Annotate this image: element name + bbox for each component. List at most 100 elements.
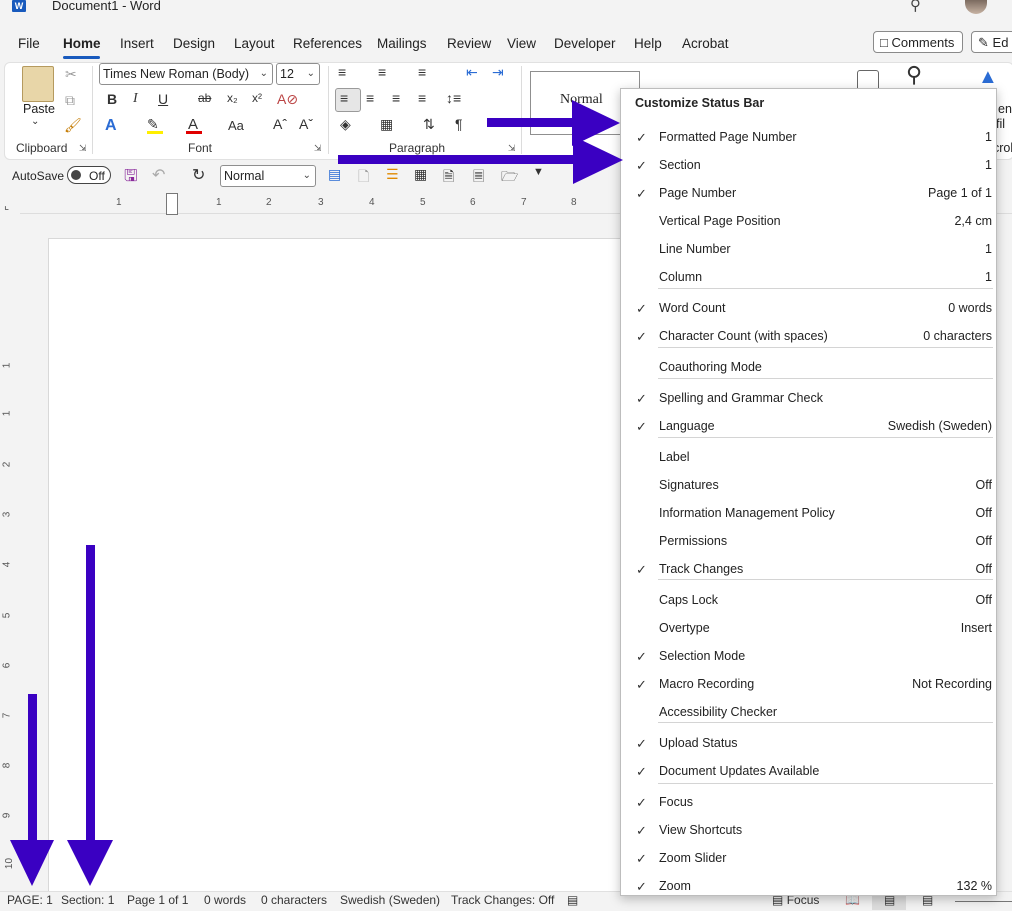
vertical-ruler[interactable] [0,213,20,891]
font-launcher-icon[interactable]: ⇲ [314,143,322,154]
tab-selector-icon[interactable]: ⌞ [4,199,9,212]
status-page-of[interactable]: Page 1 of 1 [127,893,188,907]
editing-button[interactable]: ✎ Ed [971,31,1012,53]
status-character-count[interactable]: 0 characters [261,893,327,907]
grow-font-icon[interactable]: Aˆ [273,116,287,132]
save-icon[interactable]: 🖫 [124,165,138,192]
sort-icon[interactable]: ⇅ [423,116,435,133]
tab-layout[interactable]: Layout [234,36,275,51]
arrow-shaft [86,545,95,845]
tab-insert[interactable]: Insert [120,36,154,51]
page-icon[interactable]: 🗏 [473,166,484,190]
highlight-icon[interactable]: ✎ [147,116,159,133]
shading-icon[interactable]: ◈ [340,116,351,133]
menu-item-label: Language [659,419,715,433]
document-page[interactable] [48,238,650,900]
menu-separator [658,288,993,289]
clipboard-launcher-icon[interactable]: ⇲ [79,143,87,154]
word-app-icon[interactable]: W [12,0,26,12]
text-effects-icon[interactable]: A [105,117,117,135]
status-section[interactable]: Section: 1 [61,893,114,907]
underline-icon[interactable]: U [158,91,168,107]
folder-icon[interactable]: 🗁 [501,166,518,190]
show-formatting-icon[interactable]: ¶ [455,116,463,132]
line-spacing-icon[interactable]: ↕≡ [446,90,461,106]
menu-item-value: Swedish (Sweden) [887,419,992,433]
align-center-icon[interactable]: ≡ [366,90,374,106]
ruler-number: 5 [1,612,13,619]
status-word-count[interactable]: 0 words [204,893,246,907]
borders-icon[interactable]: ▦ [380,116,393,133]
search-icon[interactable]: ⚲ [910,0,921,14]
tab-file[interactable]: File [18,36,40,51]
bullets-icon[interactable]: ≡ [338,64,346,80]
indent-marker[interactable] [166,193,178,215]
paragraph-launcher-icon[interactable]: ⇲ [508,143,516,154]
style-select[interactable]: Normal ⌄ [220,165,316,187]
checkmark-icon: ✓ [636,158,647,173]
menu-item-label: Selection Mode [659,649,746,663]
multilevel-list-icon[interactable]: ≡ [418,64,426,80]
redo-icon[interactable]: ↻ [192,165,205,185]
italic-icon[interactable]: I [133,91,138,107]
menu-item-label: Word Count [659,301,726,315]
align-right-icon[interactable]: ≡ [392,90,400,106]
comments-button[interactable]: □ Comments [873,31,963,53]
subscript-icon[interactable]: x₂ [227,91,238,105]
group-divider [92,66,93,154]
cut-icon[interactable]: ✂ [65,66,77,83]
tab-review[interactable]: Review [447,36,491,51]
acrobat-icon[interactable]: ▲ [978,66,998,89]
menu-item-label: Zoom Slider [659,851,727,865]
customize-qat-icon[interactable]: ▼ [533,166,544,178]
accessibility-icon[interactable]: ▤ [567,893,578,907]
menu-item-label: Page Number [659,186,737,200]
bold-icon[interactable]: B [107,91,117,107]
paste-label[interactable]: Paste [23,102,55,116]
menu-item-label: Track Changes [659,562,744,576]
status-page[interactable]: PAGE: 1 [7,893,53,907]
menu-item-value: Off [975,506,992,520]
status-language[interactable]: Swedish (Sweden) [340,893,440,907]
menu-item-label: Section [659,158,701,172]
menu-item-value: 1 [985,158,992,172]
undo-icon[interactable]: ↶ [152,165,165,185]
ruler-number: 4 [1,561,13,568]
tab-help[interactable]: Help [634,36,662,51]
increase-indent-icon[interactable]: ⇥ [492,64,504,81]
tab-mailings[interactable]: Mailings [377,36,427,51]
document-icon[interactable]: 🗋 [358,166,369,190]
acrobat-label-1: en [998,102,1012,116]
tab-acrobat[interactable]: Acrobat [682,36,729,51]
checkmark-icon: ✓ [636,764,647,779]
status-track-changes[interactable]: Track Changes: Off [451,893,554,907]
numbering-icon[interactable]: ≡ [378,64,386,80]
tab-view[interactable]: View [507,36,536,51]
clear-formatting-icon[interactable]: A⊘ [277,91,298,108]
textbox-icon[interactable]: ▤ [328,166,341,183]
superscript-icon[interactable]: x² [252,91,262,105]
print-preview-icon[interactable]: 🗎 [443,166,454,190]
tab-references[interactable]: References [293,36,362,51]
justify-icon[interactable]: ≡ [418,90,426,106]
paste-icon[interactable] [22,66,54,102]
decrease-indent-icon[interactable]: ⇤ [466,64,478,81]
zoom-slider[interactable] [955,901,1012,902]
paste-dropdown-icon[interactable]: ⌄ [31,116,39,127]
strikethrough-icon[interactable]: ab [198,91,211,105]
find-icon[interactable]: ⚲ [906,62,922,88]
tab-home[interactable]: Home [63,36,101,51]
font-size-select[interactable]: 12 ⌄ [276,63,320,85]
menu-item-label: Formatted Page Number [659,130,797,144]
format-painter-icon[interactable]: 🖌 [64,117,82,134]
copy-icon[interactable]: ⧉ [65,92,75,109]
tab-design[interactable]: Design [173,36,215,51]
tab-developer[interactable]: Developer [554,36,616,51]
shrink-font-icon[interactable]: Aˇ [299,116,313,132]
font-name-select[interactable]: Times New Roman (Body) ⌄ [99,63,273,85]
list-icon[interactable]: ☰ [386,166,399,183]
checkmark-icon: ✓ [636,419,647,434]
change-case-icon[interactable]: Aa [228,118,244,133]
menu-item-label: Line Number [659,242,731,256]
table-icon[interactable]: ▦ [414,166,427,183]
